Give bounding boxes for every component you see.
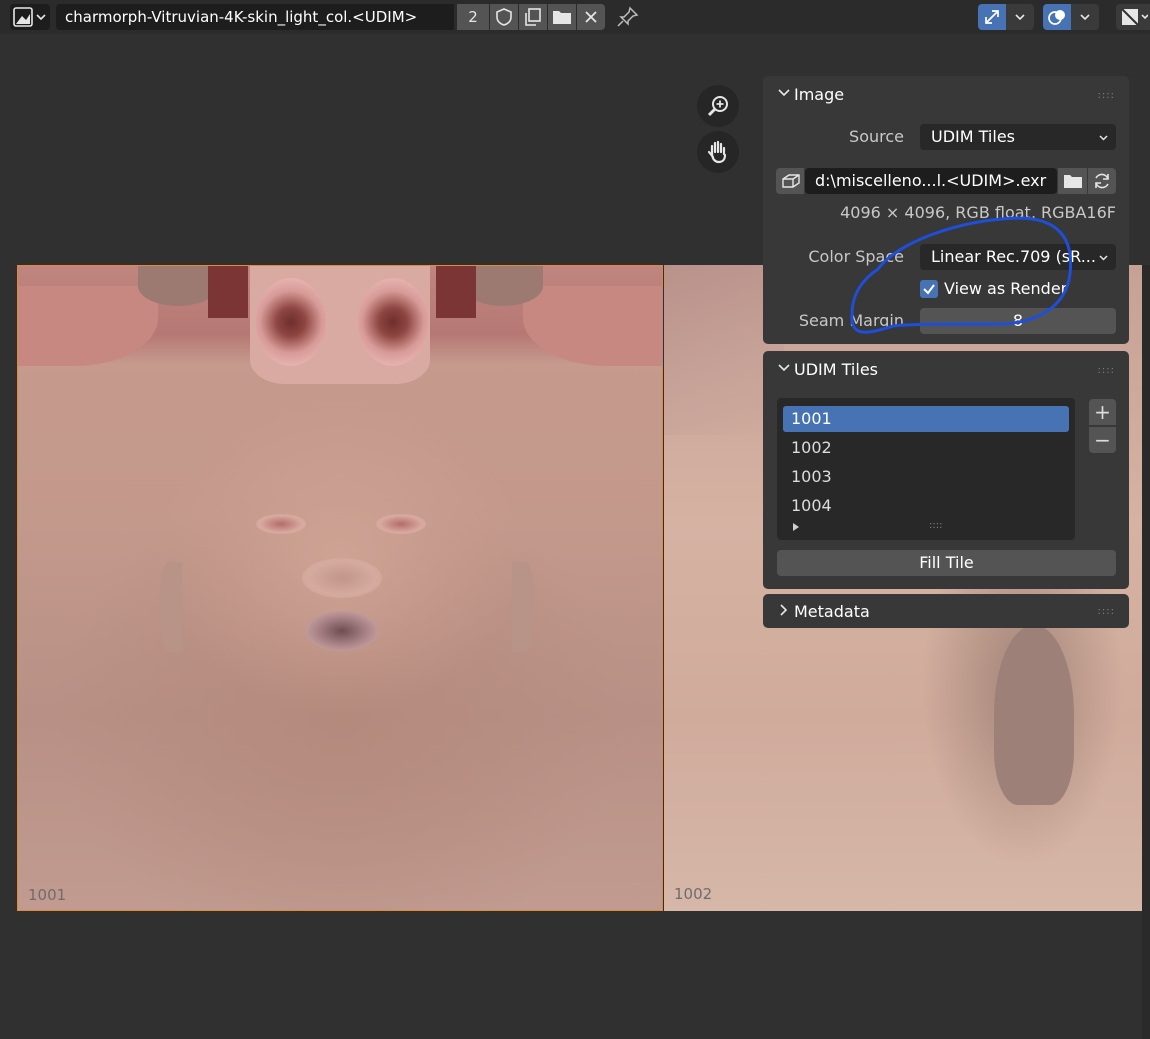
unlink-x-icon <box>585 11 597 23</box>
list-item[interactable]: 1002 <box>783 435 1069 461</box>
overlay-toggle-button[interactable] <box>1043 4 1071 30</box>
open-image-button[interactable] <box>548 4 576 30</box>
reload-icon <box>1095 173 1109 189</box>
texture-patch <box>512 562 534 652</box>
chevron-down-icon <box>1080 14 1090 21</box>
source-value: UDIM Tiles <box>931 127 1015 146</box>
display-channels-icon <box>1121 8 1148 26</box>
duplicate-icon <box>525 8 541 26</box>
udim-tiles-list[interactable]: 1001 1002 1003 1004 :::: <box>777 398 1075 540</box>
drag-handle-icon[interactable]: :::: <box>1098 606 1115 617</box>
left-ear-texture <box>256 278 326 366</box>
chevron-down-icon <box>1015 14 1025 21</box>
gizmo-toggle-icon <box>985 10 999 24</box>
display-channels-button[interactable] <box>1116 4 1150 30</box>
reload-image-button[interactable] <box>1088 168 1116 194</box>
chevron-down-icon <box>1099 255 1108 261</box>
source-label: Source <box>849 127 904 146</box>
image-editor-type-icon <box>13 7 46 27</box>
browse-file-button[interactable] <box>1058 168 1087 194</box>
editor-type-button[interactable] <box>10 4 50 30</box>
chevron-down-icon <box>36 14 46 21</box>
panel-title: Metadata <box>794 602 870 621</box>
pin-icon <box>617 6 639 27</box>
unlink-image-button[interactable] <box>577 4 605 30</box>
pan-hand-icon <box>707 140 727 164</box>
chevron-down-icon <box>778 364 790 372</box>
mouth-texture <box>306 611 378 651</box>
region-edge <box>1142 265 1150 1039</box>
chevron-down-icon <box>778 89 790 97</box>
open-folder-icon <box>1063 175 1082 188</box>
pack-image-icon <box>782 174 800 188</box>
new-image-button[interactable] <box>519 4 547 30</box>
source-dropdown[interactable]: UDIM Tiles <box>920 124 1116 150</box>
texture-patch <box>138 266 218 306</box>
users-count[interactable]: 2 <box>457 4 489 30</box>
relative-path-button[interactable] <box>776 168 804 194</box>
right-eye-texture <box>376 514 426 534</box>
texture-patch <box>436 266 476 318</box>
chevron-down-icon <box>1099 135 1108 141</box>
pan-gizmo[interactable] <box>697 131 739 173</box>
pin-button[interactable] <box>616 6 640 28</box>
image-name-field[interactable]: charmorph-Vitruvian-4K-skin_light_col.<U… <box>56 4 454 30</box>
right-ear-texture <box>358 278 428 366</box>
chevron-right-icon <box>780 604 788 616</box>
drag-handle-icon[interactable]: :::: <box>1098 90 1115 101</box>
panel-title: UDIM Tiles <box>794 360 878 379</box>
list-item[interactable]: 1001 <box>783 406 1069 432</box>
drag-handle-icon[interactable]: :::: <box>1098 365 1115 376</box>
fake-user-shield-icon <box>496 8 512 26</box>
list-item[interactable]: 1003 <box>783 464 1069 490</box>
texture-patch <box>208 266 248 318</box>
fill-tile-button[interactable]: Fill Tile <box>777 550 1116 576</box>
annotation-scribble <box>850 216 1073 334</box>
gizmo-toggle-button[interactable] <box>978 4 1006 30</box>
panel-title: Image <box>794 85 845 104</box>
udim-tiles-panel-header[interactable]: UDIM Tiles :::: <box>763 351 1129 387</box>
image-editor-header: charmorph-Vitruvian-4K-skin_light_col.<U… <box>0 0 1150 34</box>
texture-patch <box>160 562 182 652</box>
fake-user-button[interactable] <box>490 4 518 30</box>
tile-label-1002: 1002 <box>674 885 713 903</box>
remove-tile-button[interactable]: − <box>1089 427 1116 453</box>
overlay-dropdown[interactable] <box>1071 4 1099 30</box>
udim-tile-1001[interactable]: 1001 <box>17 265 663 911</box>
open-folder-icon <box>553 11 571 24</box>
metadata-panel[interactable]: Metadata :::: <box>763 594 1129 628</box>
zoom-icon <box>707 96 728 117</box>
left-eye-texture <box>256 514 306 534</box>
zoom-gizmo[interactable] <box>697 85 739 127</box>
list-resize-handle-icon[interactable]: :::: <box>929 520 942 531</box>
expand-filter-icon[interactable] <box>791 522 801 532</box>
texture-patch <box>994 625 1074 805</box>
overlay-toggle-icon <box>1048 10 1065 25</box>
gizmo-dropdown[interactable] <box>1006 4 1034 30</box>
filepath-field[interactable]: d:\miscelleno...l.<UDIM>.exr <box>805 168 1057 194</box>
add-tile-button[interactable]: + <box>1089 399 1116 425</box>
tile-label-1001: 1001 <box>28 886 67 904</box>
nose-texture <box>302 558 382 598</box>
image-panel-header[interactable]: Image :::: <box>763 76 1129 112</box>
list-item[interactable]: 1004 <box>783 493 1069 519</box>
